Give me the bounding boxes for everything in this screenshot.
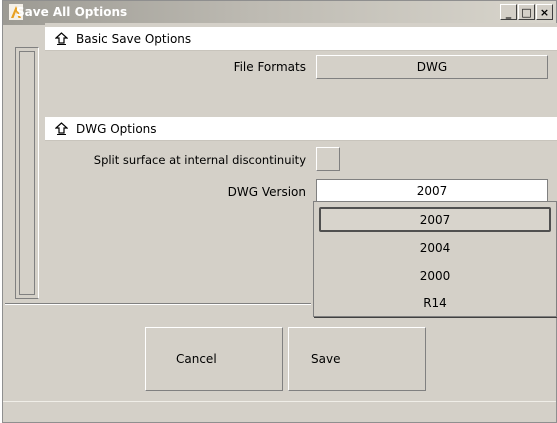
- dropdown-option-r14[interactable]: R14: [319, 290, 551, 315]
- cancel-button[interactable]: Cancel: [145, 327, 283, 391]
- cancel-label: Cancel: [176, 352, 217, 366]
- dropdown-option-2000[interactable]: 2000: [319, 263, 551, 288]
- file-formats-button[interactable]: DWG: [316, 55, 548, 79]
- dwg-version-dropdown: 2007 2004 2000 R14: [313, 201, 557, 317]
- divider: [5, 303, 311, 305]
- dropdown-option-2007[interactable]: 2007: [319, 207, 551, 232]
- basic-save-options-label: Basic Save Options: [76, 31, 192, 46]
- close-button[interactable]: ×: [536, 4, 553, 20]
- dwg-version-select[interactable]: 2007: [316, 179, 548, 203]
- split-surface-checkbox[interactable]: [316, 147, 340, 171]
- maximize-icon: □: [521, 5, 532, 19]
- left-scroll-strip-inner: [19, 51, 35, 295]
- bottom-edge: [3, 401, 556, 402]
- save-button[interactable]: Save: [288, 327, 426, 391]
- dwg-options-label: DWG Options: [76, 121, 157, 136]
- maximize-button[interactable]: □: [518, 4, 535, 20]
- window-title: Save All Options: [16, 5, 128, 19]
- file-formats-label: File Formats: [233, 60, 306, 74]
- close-icon: ×: [539, 5, 550, 19]
- dwg-version-label: DWG Version: [227, 185, 306, 199]
- dropdown-option-label: 2007: [419, 212, 451, 227]
- left-scroll-strip[interactable]: [15, 47, 39, 299]
- dropdown-option-2004[interactable]: 2004: [319, 235, 551, 260]
- dropdown-option-label: 2000: [419, 268, 451, 283]
- title-bar[interactable]: Save All Options _ □ ×: [3, 1, 556, 25]
- collapse-arrow-icon: [55, 32, 68, 45]
- dwg-version-value: 2007: [416, 184, 448, 198]
- split-surface-label: Split surface at internal discontinuity: [93, 153, 306, 167]
- file-formats-value: DWG: [416, 60, 448, 74]
- save-label: Save: [311, 352, 341, 366]
- dropdown-option-label: R14: [423, 295, 447, 310]
- collapse-arrow-icon: [55, 122, 68, 135]
- minimize-icon: _: [505, 5, 512, 19]
- minimize-button[interactable]: _: [500, 4, 517, 20]
- dropdown-option-label: 2004: [419, 240, 451, 255]
- save-all-options-window: Save All Options _ □ × Basic Save Option…: [2, 0, 557, 423]
- basic-save-options-header[interactable]: Basic Save Options: [45, 27, 557, 51]
- title-bar-buttons: _ □ ×: [499, 4, 553, 20]
- dwg-options-header[interactable]: DWG Options: [45, 117, 557, 141]
